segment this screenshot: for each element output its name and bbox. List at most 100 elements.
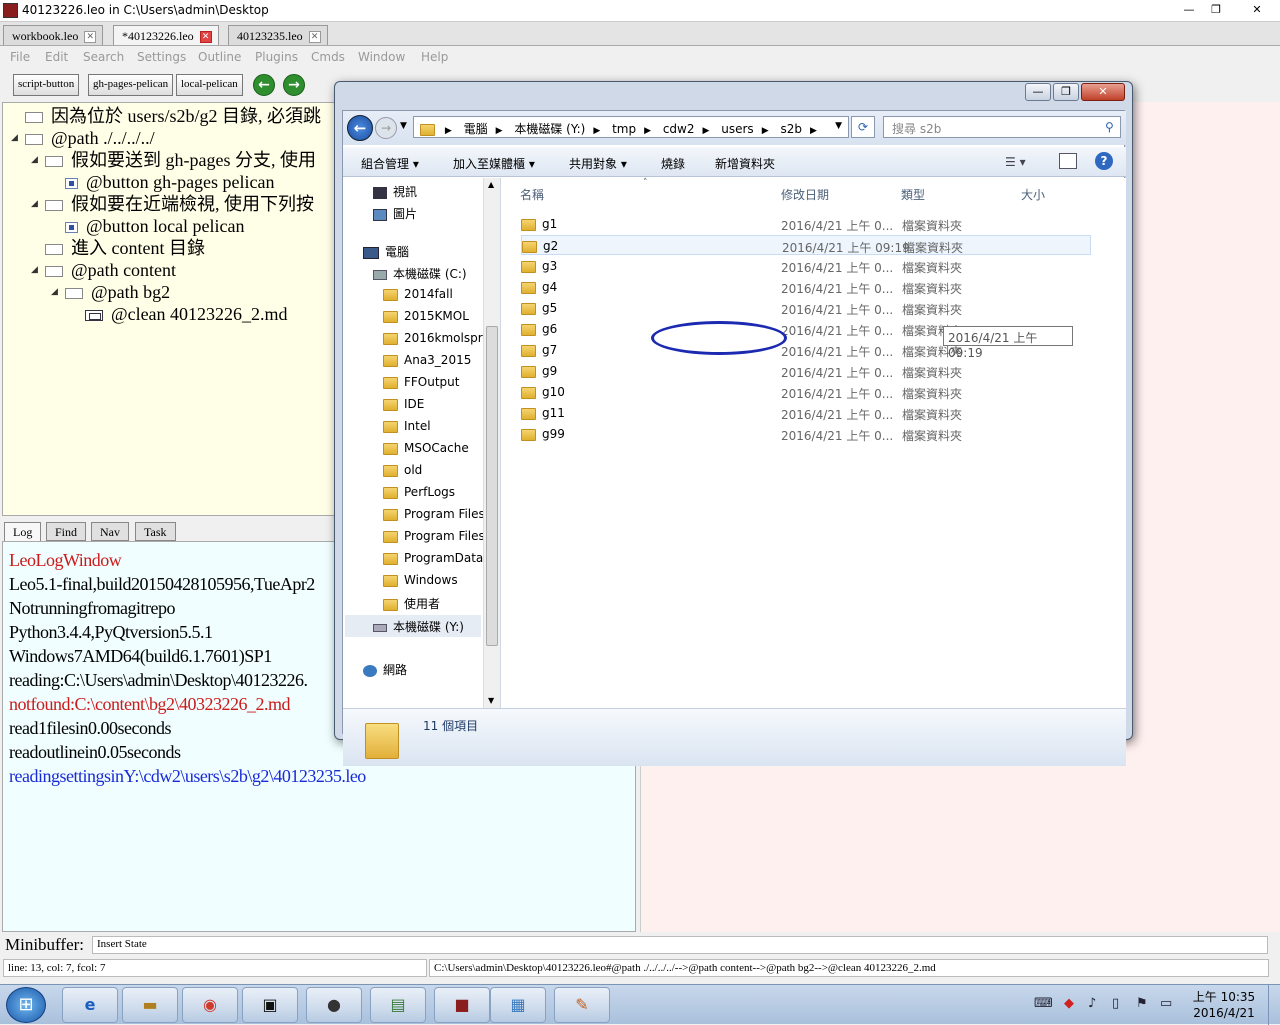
back-arrow-icon[interactable]: ← (347, 115, 373, 141)
leo-minimize-button[interactable]: — (1176, 1, 1202, 19)
nav-folder[interactable]: Program Files (383, 507, 485, 521)
explorer-minimize-button[interactable]: — (1025, 83, 1051, 101)
chrome-icon[interactable]: ◉ (182, 987, 238, 1023)
nav-folder[interactable]: Ana3_2015 (383, 353, 471, 367)
search-input[interactable]: 搜尋 s2b (883, 116, 1121, 138)
antivirus-icon[interactable]: ◆ (1064, 996, 1074, 1011)
help-icon[interactable]: ? (1095, 152, 1113, 170)
local-pelican-button[interactable]: local-pelican (176, 74, 243, 96)
breadcrumb-computer[interactable]: 電腦 (464, 120, 488, 137)
file-row[interactable]: g99 2016/4/21 上午 0... 檔案資料夾 (521, 424, 1091, 444)
photo-icon[interactable]: ▦ (490, 987, 546, 1023)
nav-item-drive-y[interactable]: 本機磁碟 (Y:) (345, 615, 481, 637)
outline-node[interactable]: @button local pelican (65, 215, 245, 237)
flag-icon[interactable]: ⚑ (1136, 996, 1148, 1011)
burn-button[interactable]: 燒錄 (661, 155, 685, 172)
expand-triangle-icon[interactable]: ◢ (31, 199, 38, 209)
menu-search[interactable]: Search (83, 50, 124, 64)
notepad-icon[interactable]: ▤ (370, 987, 426, 1023)
column-name[interactable]: 名稱 (520, 186, 544, 203)
nav-folder[interactable]: Program Files (383, 529, 485, 543)
nav-item-pictures[interactable]: 圖片 (373, 205, 417, 222)
file-row[interactable]: g3 2016/4/21 上午 0... 檔案資料夾 (521, 256, 1091, 276)
nav-item-network[interactable]: 網路 (363, 661, 407, 678)
file-row[interactable]: g1 2016/4/21 上午 0... 檔案資料夾 (521, 214, 1091, 234)
minibuffer-input[interactable]: Insert State (92, 936, 1268, 954)
recent-pages-chevron-icon[interactable]: ▼ (400, 121, 407, 131)
tab-log[interactable]: Log (4, 522, 42, 541)
cmd-icon[interactable]: ▣ (242, 987, 298, 1023)
expand-triangle-icon[interactable]: ◢ (31, 155, 38, 165)
column-type[interactable]: 類型 (901, 186, 925, 203)
outline-node[interactable]: @button gh-pages pelican (65, 171, 275, 193)
outline-node[interactable]: 假如要送到 gh-pages 分支, 使用 (45, 149, 316, 171)
chevron-right-icon[interactable]: ▶ (810, 126, 817, 136)
menu-window[interactable]: Window (358, 50, 405, 64)
file-row-hovered[interactable]: g2 2016/4/21 上午 09:19 檔案資料夾 (521, 235, 1091, 255)
volume-icon[interactable]: ♪ (1088, 996, 1096, 1011)
leo-close-button[interactable]: ✕ (1240, 1, 1274, 19)
tab-40123235[interactable]: 40123235.leo ✕ (228, 25, 328, 45)
tab-find[interactable]: Find (46, 522, 87, 541)
chevron-right-icon[interactable]: ▶ (445, 126, 452, 136)
display-icon[interactable]: ▭ (1160, 996, 1172, 1011)
nav-item-drive-c[interactable]: 本機磁碟 (C:) (373, 265, 467, 282)
menu-settings[interactable]: Settings (137, 50, 186, 64)
menu-outline[interactable]: Outline (198, 50, 241, 64)
scroll-up-icon[interactable]: ▲ (488, 180, 494, 189)
file-row[interactable]: g9 2016/4/21 上午 0... 檔案資料夾 (521, 361, 1091, 381)
nav-item-videos[interactable]: 視訊 (373, 183, 417, 200)
nav-folder[interactable]: 2016kmolsprir (383, 331, 491, 345)
scroll-thumb[interactable] (486, 326, 498, 646)
nav-folder[interactable]: Intel (383, 419, 431, 433)
nav-folder[interactable]: ProgramData (383, 551, 483, 565)
outline-node[interactable]: 進入 content 目錄 (45, 237, 205, 259)
outline-node[interactable]: 假如要在近端檢視, 使用下列按 (45, 193, 314, 215)
script-button[interactable]: script-button (13, 74, 80, 96)
chevron-right-icon[interactable]: ▶ (644, 126, 651, 136)
leo-icon[interactable]: ■ (434, 987, 490, 1023)
tab-40123226[interactable]: *40123226.leo ✕ (113, 25, 219, 45)
include-in-library-button[interactable]: 加入至媒體櫃 ▾ (453, 155, 535, 172)
breadcrumb-s2b[interactable]: s2b (780, 122, 802, 136)
ie-icon[interactable]: e (62, 987, 118, 1023)
forward-arrow-icon[interactable]: → (375, 117, 397, 139)
column-size[interactable]: 大小 (1021, 186, 1045, 203)
outline-node[interactable]: @path content (45, 259, 176, 281)
forward-arrow-icon[interactable]: → (283, 74, 305, 96)
chevron-right-icon[interactable]: ▶ (703, 126, 710, 136)
clock[interactable]: 上午 10:35 2016/4/21 (1192, 989, 1256, 1021)
scroll-down-icon[interactable]: ▼ (488, 696, 494, 705)
expand-triangle-icon[interactable]: ◢ (51, 287, 58, 297)
close-icon[interactable]: ✕ (308, 31, 321, 44)
share-with-button[interactable]: 共用對象 ▾ (569, 155, 627, 172)
address-dropdown-icon[interactable]: ▼ (835, 121, 842, 131)
menu-plugins[interactable]: Plugins (255, 50, 298, 64)
new-folder-button[interactable]: 新增資料夾 (715, 155, 775, 172)
file-row[interactable]: g11 2016/4/21 上午 0... 檔案資料夾 (521, 403, 1091, 423)
search-icon[interactable]: ⚲ (1105, 120, 1114, 134)
nav-folder[interactable]: Windows (383, 573, 458, 587)
breadcrumb-cdw2[interactable]: cdw2 (663, 122, 695, 136)
chevron-right-icon[interactable]: ▶ (593, 126, 600, 136)
breadcrumb-users[interactable]: users (721, 122, 753, 136)
nav-item-computer[interactable]: 電腦 (363, 243, 409, 260)
explorer-maximize-button[interactable]: ❐ (1053, 83, 1079, 101)
network-status-icon[interactable]: ▯ (1112, 996, 1119, 1011)
explorer-close-button[interactable]: ✕ (1081, 83, 1125, 101)
explorer-icon[interactable]: ▬ (122, 987, 178, 1023)
outline-node[interactable]: @path ./../../../ (25, 127, 155, 149)
nav-folder[interactable]: old (383, 463, 422, 477)
menu-file[interactable]: File (10, 50, 30, 64)
gh-pages-pelican-button[interactable]: gh-pages-pelican (88, 74, 174, 96)
close-icon[interactable]: ✕ (84, 31, 97, 44)
nav-folder[interactable]: MSOCache (383, 441, 469, 455)
view-options-icon[interactable]: ☰ ▾ (1005, 155, 1026, 169)
nav-folder[interactable]: PerfLogs (383, 485, 455, 499)
chevron-right-icon[interactable]: ▶ (762, 126, 769, 136)
tab-workbook[interactable]: workbook.leo ✕ (3, 25, 104, 45)
show-desktop-button[interactable] (1268, 985, 1280, 1025)
breadcrumb-drive-y[interactable]: 本機磁碟 (Y:) (514, 120, 585, 137)
leo-maximize-button[interactable]: ❐ (1203, 1, 1229, 19)
file-row[interactable]: g10 2016/4/21 上午 0... 檔案資料夾 (521, 382, 1091, 402)
